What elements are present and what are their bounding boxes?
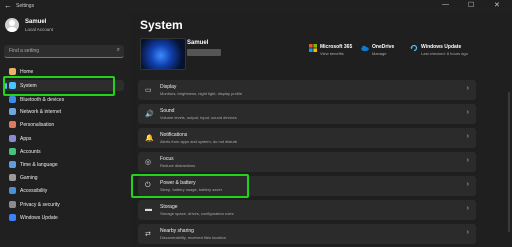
chevron-right-icon: ›: [466, 205, 469, 212]
settings-row-focus[interactable]: ◎ Focus Reduce distractions ›: [138, 152, 476, 172]
chevron-right-icon: ›: [466, 85, 469, 92]
pc-name: Samuel: [187, 40, 209, 46]
back-arrow-icon[interactable]: ←: [4, 1, 12, 10]
storage-icon: ▬: [145, 206, 152, 213]
search-icon: ⌕: [116, 47, 120, 53]
close-icon[interactable]: ✕: [494, 1, 500, 9]
sidebar-item-personalisation[interactable]: Personalisation: [4, 119, 124, 130]
microsoft-365-icon: [309, 44, 317, 52]
chevron-right-icon: ›: [466, 133, 469, 140]
search-input[interactable]: Find a setting ⌕: [4, 45, 124, 58]
quick-link-subtitle: View benefits: [320, 51, 344, 56]
onedrive-icon: [361, 45, 369, 52]
sidebar-item-accounts[interactable]: Accounts: [4, 146, 124, 157]
windows-update-icon: [9, 214, 16, 221]
sidebar-item-label: Network & internet: [20, 109, 62, 115]
sidebar: Samuel Local Account Find a setting ⌕ Ho…: [0, 12, 130, 247]
accessibility-icon: [9, 187, 16, 194]
settings-row-sound[interactable]: 🔊 Sound Volume levels, output, input, so…: [138, 104, 476, 124]
sidebar-item-time-language[interactable]: Time & language: [4, 159, 124, 170]
page-title: System: [140, 18, 183, 32]
sidebar-item-accessibility[interactable]: Accessibility: [4, 185, 124, 196]
chevron-right-icon: ›: [466, 157, 469, 164]
sound-icon: 🔊: [145, 111, 154, 118]
bell-icon: 🔔: [145, 135, 154, 142]
main-panel: System Samuel Microsoft 365 View benefit…: [130, 12, 512, 247]
focus-icon: ◎: [145, 159, 152, 166]
bluetooth-icon: [9, 96, 16, 103]
nearby-sharing-icon: ⇄: [145, 231, 151, 238]
time-language-icon: [9, 161, 16, 168]
sidebar-item-network[interactable]: Network & internet: [4, 106, 124, 117]
apps-icon: [9, 135, 16, 142]
personalisation-icon: [9, 121, 16, 128]
chevron-right-icon: ›: [466, 181, 469, 188]
quick-link-title: Windows Update: [421, 44, 462, 50]
row-title: Display: [160, 84, 177, 90]
sidebar-item-label: Time & language: [20, 162, 58, 168]
row-subtitle: Storage space, drives, configuration rul…: [160, 211, 234, 216]
row-title: Sound: [160, 108, 175, 114]
display-icon: ▭: [145, 87, 152, 94]
row-subtitle: Reduce distractions: [160, 163, 196, 168]
user-account-type: Local Account: [25, 27, 54, 32]
row-title: Focus: [160, 156, 174, 162]
gaming-icon: [9, 174, 16, 181]
row-title: Storage: [160, 204, 178, 210]
sidebar-item-label: Personalisation: [20, 122, 55, 128]
shield-icon: [9, 201, 16, 208]
window-title: Settings: [16, 3, 35, 9]
sidebar-item-label: Accessibility: [20, 188, 48, 194]
sidebar-item-label: Bluetooth & devices: [20, 97, 65, 103]
quick-link-subtitle: Last checked: 8 hours ago: [421, 51, 468, 56]
chevron-right-icon: ›: [466, 109, 469, 116]
row-subtitle: Volume levels, output, input, sound devi…: [160, 115, 237, 120]
settings-row-nearby-sharing[interactable]: ⇄ Nearby sharing Discoverability, receiv…: [138, 224, 476, 244]
row-subtitle: Monitors, brightness, night light, displ…: [160, 91, 243, 96]
settings-row-display[interactable]: ▭ Display Monitors, brightness, night li…: [138, 80, 476, 100]
row-title: Notifications: [160, 132, 188, 138]
sidebar-item-label: Windows Update: [20, 215, 58, 221]
settings-row-storage[interactable]: ▬ Storage Storage space, drives, configu…: [138, 200, 476, 220]
title-bar: ← Settings — ☐ ✕: [0, 0, 512, 12]
highlight-box-power-battery: [131, 174, 249, 198]
search-placeholder: Find a setting: [9, 48, 40, 54]
sidebar-item-gaming[interactable]: Gaming: [4, 172, 124, 183]
accounts-icon: [9, 148, 16, 155]
row-subtitle: Discoverability, received files location: [160, 235, 226, 240]
sidebar-item-label: Privacy & security: [20, 202, 60, 208]
row-title: Nearby sharing: [160, 228, 194, 234]
redacted-text: [187, 49, 221, 56]
home-icon: [9, 68, 16, 75]
settings-row-notifications[interactable]: 🔔 Notifications Alerts from apps and sys…: [138, 128, 476, 148]
quick-link-title: Microsoft 365: [320, 44, 353, 50]
desktop-thumbnail: [140, 38, 186, 70]
user-name: Samuel: [25, 19, 47, 25]
quick-link-subtitle: Manage: [372, 51, 387, 56]
windows-update-icon: [410, 44, 418, 52]
highlight-box-system: [3, 76, 115, 96]
maximize-icon[interactable]: ☐: [468, 1, 474, 9]
quick-link-title: OneDrive: [372, 44, 395, 50]
sidebar-item-privacy[interactable]: Privacy & security: [4, 199, 124, 210]
sidebar-item-apps[interactable]: Apps: [4, 133, 124, 144]
sidebar-item-windows-update[interactable]: Windows Update: [4, 212, 124, 223]
network-icon: [9, 108, 16, 115]
sidebar-item-label: Gaming: [20, 175, 38, 181]
row-subtitle: Alerts from apps and system, do not dist…: [160, 139, 238, 144]
chevron-right-icon: ›: [466, 229, 469, 236]
scrollbar[interactable]: [508, 92, 510, 232]
sidebar-item-label: Apps: [20, 136, 32, 142]
sidebar-item-label: Accounts: [20, 149, 41, 155]
avatar[interactable]: [5, 18, 19, 32]
sidebar-item-label: Home: [20, 69, 34, 75]
minimize-icon[interactable]: —: [442, 1, 449, 8]
